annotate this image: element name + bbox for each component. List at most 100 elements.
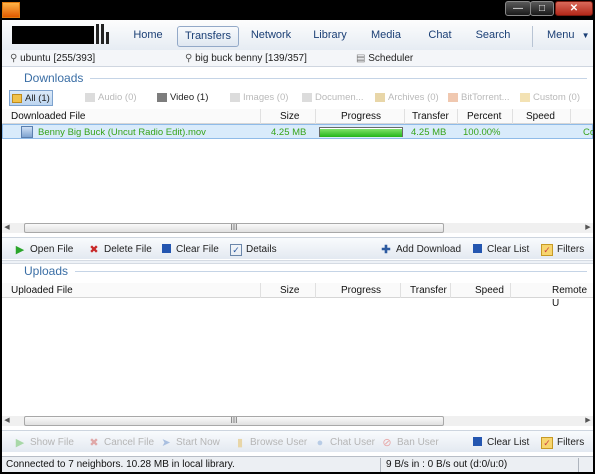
uploads-hscrollbar[interactable]: ◀ III ▶ bbox=[2, 416, 593, 426]
col-speed[interactable]: Speed bbox=[526, 110, 555, 123]
button-label: Delete File bbox=[104, 244, 152, 255]
scroll-left-icon[interactable]: ◀ bbox=[2, 416, 12, 426]
uploads-title: Uploads bbox=[24, 264, 69, 278]
checkbox-icon: ✓ bbox=[230, 244, 242, 256]
maximize-button[interactable]: □ bbox=[530, 1, 554, 16]
start-arrow-icon: ➤ bbox=[161, 437, 171, 449]
table-row[interactable]: Benny Big Buck (Uncut Radio Edit).mov 4.… bbox=[2, 124, 595, 139]
button-label: Filters bbox=[557, 244, 585, 255]
delete-x-icon: ✖ bbox=[89, 244, 99, 256]
filter-images[interactable]: Images (0) bbox=[228, 90, 290, 106]
filter-label: Documen... bbox=[315, 92, 364, 103]
image-icon bbox=[230, 93, 240, 102]
minimize-button[interactable]: — bbox=[505, 1, 531, 16]
menu-button[interactable]: Menu ▼ bbox=[532, 26, 592, 47]
search-tab-big-buck-benny[interactable]: ⚲ big buck benny [139/357] bbox=[185, 52, 307, 66]
cancel-file-button[interactable]: ✖ Cancel File bbox=[88, 436, 154, 450]
filter-audio[interactable]: Audio (0) bbox=[83, 90, 143, 106]
logo-mark bbox=[96, 24, 110, 44]
button-label: Filters bbox=[557, 437, 585, 448]
add-plus-icon: ✚ bbox=[381, 244, 391, 256]
filter-documents[interactable]: Documen... bbox=[300, 90, 368, 106]
button-label: Clear File bbox=[176, 244, 219, 255]
col-remote-user[interactable]: Remote U bbox=[552, 284, 593, 309]
tab-transfers[interactable]: Transfers bbox=[177, 26, 239, 47]
col-transfer[interactable]: Transfer bbox=[410, 284, 447, 297]
uploads-divider-line bbox=[75, 271, 587, 272]
open-file-button[interactable]: ▶ Open File bbox=[14, 243, 74, 257]
browse-user-button[interactable]: ▮ Browse User bbox=[234, 436, 307, 450]
menu-label: Menu bbox=[547, 29, 575, 41]
col-size[interactable]: Size bbox=[280, 110, 299, 123]
scheduler-icon: ▤ bbox=[356, 53, 366, 64]
row-progress-bar bbox=[319, 127, 403, 137]
chat-user-button[interactable]: ● Chat User bbox=[314, 436, 375, 450]
search-tab-label: Scheduler bbox=[368, 53, 414, 64]
logo bbox=[12, 26, 94, 44]
show-file-button[interactable]: ▶ Show File bbox=[14, 436, 74, 450]
browse-folder-icon: ▮ bbox=[236, 437, 244, 449]
search-tab-ubuntu[interactable]: ⚲ ubuntu [255/393] bbox=[10, 52, 95, 66]
close-button[interactable]: ✕ bbox=[555, 1, 593, 16]
tab-home[interactable]: Home bbox=[124, 26, 172, 47]
tab-search[interactable]: Search bbox=[470, 26, 516, 47]
downloads-hscrollbar[interactable]: ◀ III ▶ bbox=[2, 223, 593, 233]
col-speed[interactable]: Speed bbox=[475, 284, 504, 297]
tab-library[interactable]: Library bbox=[306, 26, 354, 47]
delete-file-button[interactable]: ✖ Delete File bbox=[88, 243, 152, 257]
col-transfer[interactable]: Transfer bbox=[412, 110, 449, 123]
start-now-button[interactable]: ➤ Start Now bbox=[160, 436, 220, 450]
pane-splitter[interactable] bbox=[2, 260, 593, 264]
scroll-right-icon[interactable]: ▶ bbox=[583, 223, 593, 233]
clear-file-button[interactable]: Clear File bbox=[160, 243, 219, 257]
search-tab-label: big buck benny [139/357] bbox=[195, 53, 307, 64]
progress-fill bbox=[320, 129, 402, 137]
clear-list-button[interactable]: Clear List bbox=[471, 243, 529, 257]
tab-network[interactable]: Network bbox=[244, 26, 298, 47]
filters-button[interactable]: ✓ Filters bbox=[541, 243, 584, 257]
search-tab-scheduler[interactable]: ▤ Scheduler bbox=[356, 52, 413, 66]
button-label: Details bbox=[246, 244, 277, 255]
uploads-actionbar: ▶ Show File ✖ Cancel File ➤ Start Now ▮ … bbox=[2, 430, 593, 452]
col-downloaded-file[interactable]: Downloaded File bbox=[11, 110, 86, 123]
ban-icon: ⊘ bbox=[382, 437, 392, 449]
col-progress[interactable]: Progress bbox=[341, 110, 381, 123]
search-tab-label: ubuntu [255/393] bbox=[20, 53, 96, 64]
downloads-title: Downloads bbox=[24, 71, 84, 85]
filter-archives[interactable]: Archives (0) bbox=[373, 90, 443, 106]
row-file-name: Benny Big Buck (Uncut Radio Edit).mov bbox=[38, 127, 206, 138]
scroll-thumb[interactable]: III bbox=[24, 416, 444, 426]
filters-button[interactable]: ✓ Filters bbox=[541, 436, 584, 450]
filter-bittorrent[interactable]: BitTorrent... bbox=[446, 90, 512, 106]
search-tabs-bar: ⚲ ubuntu [255/393] ⚲ big buck benny [139… bbox=[0, 50, 595, 67]
tab-media[interactable]: Media bbox=[364, 26, 408, 47]
tab-chat[interactable]: Chat bbox=[420, 26, 460, 47]
audio-icon bbox=[85, 93, 95, 102]
col-progress[interactable]: Progress bbox=[341, 284, 381, 297]
filter-label: Custom (0) bbox=[533, 92, 580, 103]
details-button[interactable]: ✓ Details bbox=[230, 243, 277, 257]
filter-all[interactable]: All (1) bbox=[9, 90, 53, 106]
app-icon bbox=[2, 2, 20, 18]
scroll-thumb[interactable]: III bbox=[24, 223, 444, 233]
filter-custom[interactable]: Custom (0) bbox=[518, 90, 588, 106]
ban-user-button[interactable]: ⊘ Ban User bbox=[381, 436, 439, 450]
button-label: Start Now bbox=[176, 437, 220, 448]
col-uploaded-file[interactable]: Uploaded File bbox=[11, 284, 73, 297]
clear-list-button[interactable]: Clear List bbox=[471, 436, 529, 450]
uploads-column-header: Uploaded File Size Progress Transfer Spe… bbox=[2, 283, 593, 309]
col-size[interactable]: Size bbox=[280, 284, 299, 297]
row-percent: 100.00% bbox=[463, 127, 501, 138]
status-bandwidth[interactable]: 9 B/s in : 0 B/s out (d:0/u:0) bbox=[386, 458, 507, 472]
filter-video[interactable]: Video (1) bbox=[155, 90, 215, 106]
scroll-left-icon[interactable]: ◀ bbox=[2, 223, 12, 233]
play-icon: ▶ bbox=[15, 244, 25, 256]
col-percent[interactable]: Percent bbox=[467, 110, 501, 123]
filter-check-icon: ✓ bbox=[541, 437, 553, 449]
video-icon bbox=[157, 93, 167, 102]
download-filters: All (1) Audio (0) Video (1) Images (0) D… bbox=[0, 90, 595, 106]
add-download-button[interactable]: ✚ Add Download bbox=[380, 243, 461, 257]
scroll-right-icon[interactable]: ▶ bbox=[583, 416, 593, 426]
button-label: Ban User bbox=[397, 437, 439, 448]
document-icon bbox=[302, 93, 312, 102]
